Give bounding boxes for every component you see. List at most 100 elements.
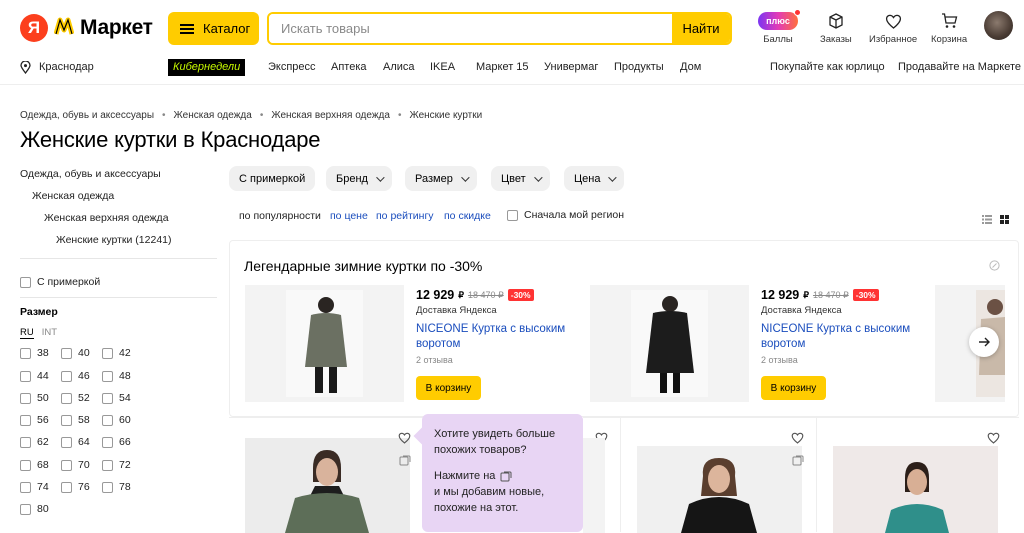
product-image[interactable] [583, 438, 605, 533]
favorite-heart-icon[interactable] [398, 431, 411, 444]
header-action-cart[interactable]: Корзина [931, 11, 967, 45]
sidebar-category-active[interactable]: Женские куртки (12241) [56, 234, 172, 246]
sidebar-category[interactable]: Женская одежда [32, 190, 114, 202]
product-card[interactable] [229, 417, 425, 533]
checkbox[interactable] [20, 459, 31, 471]
checkbox[interactable] [102, 414, 113, 426]
nav-home[interactable]: Дом [680, 59, 701, 75]
size-option[interactable]: 62 [20, 436, 49, 448]
nav-express[interactable]: Экспресс [268, 59, 316, 75]
nav-cyberweeks[interactable]: Кибернедели [168, 58, 246, 76]
size-option[interactable]: 74 [20, 481, 49, 493]
product-image[interactable] [590, 285, 749, 402]
checkbox[interactable] [102, 392, 113, 404]
size-option[interactable]: 52 [61, 392, 90, 404]
checkbox[interactable] [61, 414, 72, 426]
checkbox[interactable] [61, 370, 72, 382]
filter-chip-price[interactable]: Цена [564, 166, 625, 191]
size-tab-int[interactable]: INT [42, 327, 57, 339]
checkbox[interactable] [61, 436, 72, 448]
header-action-orders[interactable]: Заказы [820, 11, 852, 45]
product-title[interactable]: NICEONE Куртка с высоким воротом [416, 322, 566, 352]
reviews-count[interactable]: 2 отзыва [416, 355, 453, 365]
product-image[interactable] [833, 446, 998, 533]
product-image[interactable] [245, 438, 410, 533]
sidebar-category[interactable]: Женская верхняя одежда [44, 212, 169, 224]
checkbox[interactable] [102, 459, 113, 471]
size-option[interactable]: 56 [20, 414, 49, 426]
checkbox[interactable] [102, 370, 113, 382]
list-view-icon[interactable] [982, 211, 992, 229]
sort-popularity[interactable]: по популярности [239, 210, 321, 222]
checkbox[interactable] [20, 276, 31, 288]
catalog-button[interactable]: Каталог [168, 12, 259, 45]
header-action-points[interactable]: плюс Баллы [758, 9, 801, 45]
checkbox[interactable] [102, 436, 113, 448]
product-image[interactable] [637, 446, 802, 533]
size-option[interactable]: 54 [102, 392, 131, 404]
nav-univermag[interactable]: Универмаг [544, 59, 598, 75]
size-tab-ru[interactable]: RU [20, 327, 34, 339]
size-option[interactable]: 70 [61, 459, 90, 471]
fitting-checkbox[interactable]: С примеркой [20, 276, 100, 288]
checkbox[interactable] [102, 481, 113, 493]
size-option[interactable]: 50 [20, 392, 49, 404]
reviews-count[interactable]: 2 отзыва [761, 355, 798, 365]
size-option[interactable]: 76 [61, 481, 90, 493]
product-image[interactable] [245, 285, 404, 402]
product-card[interactable] [583, 417, 621, 533]
favorite-heart-icon[interactable] [987, 431, 1000, 444]
checkbox[interactable] [61, 392, 72, 404]
size-option[interactable]: 48 [102, 370, 131, 382]
size-option[interactable]: 66 [102, 436, 131, 448]
logo[interactable]: Я Маркет [20, 14, 153, 42]
filter-chip-fitting[interactable]: С примеркой [229, 166, 316, 191]
grid-view-icon[interactable] [1000, 211, 1009, 229]
size-option[interactable]: 44 [20, 370, 49, 382]
size-option[interactable]: 38 [20, 347, 49, 359]
checkbox[interactable] [20, 481, 31, 493]
nav-business[interactable]: Покупайте как юрлицо [770, 59, 885, 75]
search-input[interactable] [269, 14, 672, 43]
breadcrumb-item[interactable]: Женская одежда [174, 110, 252, 121]
breadcrumb-item[interactable]: Женская верхняя одежда [271, 110, 390, 121]
region-first-checkbox[interactable]: Сначала мой регион [507, 209, 624, 221]
nav-ikea[interactable]: IKEA [430, 59, 455, 75]
similar-items-icon[interactable] [792, 453, 804, 471]
size-option[interactable]: 78 [102, 481, 131, 493]
size-option[interactable]: 72 [102, 459, 131, 471]
nav-alice[interactable]: Алиса [383, 59, 415, 75]
checkbox[interactable] [61, 347, 72, 359]
size-option[interactable]: 46 [61, 370, 90, 382]
sort-price[interactable]: по цене [330, 210, 368, 222]
nav-pharmacy[interactable]: Аптека [331, 59, 367, 75]
size-option[interactable]: 40 [61, 347, 90, 359]
nav-market15[interactable]: Маркет 15 [476, 59, 529, 75]
filter-chip-brand[interactable]: Бренд [326, 166, 392, 191]
checkbox[interactable] [507, 209, 518, 221]
sidebar-category[interactable]: Одежда, обувь и аксессуары [20, 168, 161, 180]
nav-products[interactable]: Продукты [614, 59, 664, 75]
product-card[interactable] [817, 417, 1019, 533]
checkbox[interactable] [20, 436, 31, 448]
size-option[interactable]: 80 [20, 503, 49, 515]
info-icon[interactable] [989, 258, 1000, 276]
sort-discount[interactable]: по скидке [444, 210, 491, 222]
nav-sell[interactable]: Продавайте на Маркете [898, 59, 1021, 75]
checkbox[interactable] [20, 370, 31, 382]
city-selector[interactable]: Краснодар [20, 59, 94, 75]
size-option[interactable]: 58 [61, 414, 90, 426]
search-button[interactable]: Найти [672, 14, 730, 43]
checkbox[interactable] [20, 347, 31, 359]
checkbox[interactable] [20, 503, 31, 515]
checkbox[interactable] [20, 392, 31, 404]
size-option[interactable]: 64 [61, 436, 90, 448]
size-option[interactable]: 60 [102, 414, 131, 426]
filter-chip-color[interactable]: Цвет [491, 166, 550, 191]
sort-rating[interactable]: по рейтингу [376, 210, 434, 222]
size-option[interactable]: 42 [102, 347, 131, 359]
carousel-next-button[interactable] [969, 327, 999, 357]
header-action-favorites[interactable]: Избранное [869, 11, 917, 45]
checkbox[interactable] [61, 459, 72, 471]
checkbox[interactable] [102, 347, 113, 359]
